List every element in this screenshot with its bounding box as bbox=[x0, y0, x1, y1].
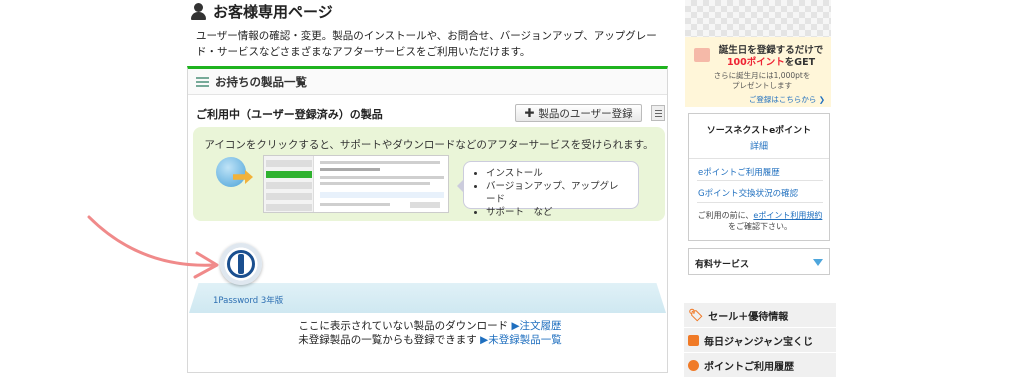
point-icon bbox=[688, 359, 699, 371]
paid-services-label: 有料サービス bbox=[695, 260, 750, 270]
info-text: アイコンをクリックすると、サポートやダウンロードなどのアフターサービスを受けられ… bbox=[204, 139, 654, 151]
user-icon bbox=[190, 3, 207, 20]
epoint-detail-link[interactable]: 詳細 bbox=[689, 139, 829, 152]
info-box: アイコンをクリックすると、サポートやダウンロードなどのアフターサービスを受けられ… bbox=[193, 127, 665, 221]
nav-lottery[interactable]: 毎日ジャンジャン宝くじ bbox=[684, 328, 836, 353]
plus-icon: ✚ bbox=[524, 106, 535, 120]
bday-register-link[interactable]: ご登録はこちらから ❯ bbox=[749, 94, 825, 105]
mypage-screenshot-image bbox=[263, 155, 449, 213]
epoint-note: ご利用の前に、eポイント利用規約 をご確認下さい。 bbox=[697, 211, 823, 231]
bday-sub: さらに誕生月には1,000ptを プレゼントします bbox=[713, 71, 811, 90]
gift-icon bbox=[694, 48, 710, 62]
birthday-banner[interactable]: 誕生日を登録するだけで 100ポイントをGET さらに誕生月には1,000ptを… bbox=[685, 37, 831, 107]
page-title-text: お客様専用ページ bbox=[213, 3, 333, 21]
chevron-down-icon bbox=[813, 259, 823, 271]
bubble-item: バージョンアップ、アップグレード bbox=[486, 180, 628, 206]
epoint-box: ソースネクストeポイント 詳細 eポイントご利用履歴 Gポイント交換状況の確認 … bbox=[688, 113, 830, 241]
registered-products-title: ご利用中（ユーザー登録済み）の製品 bbox=[196, 108, 383, 121]
download-info: ここに表示されていない製品のダウンロード ▶注文履歴 未登録製品の一覧からも登録… bbox=[196, 319, 664, 347]
bday-headline: 誕生日を登録するだけで 100ポイントをGET bbox=[718, 45, 824, 68]
lottery-icon bbox=[688, 334, 699, 346]
paid-services-dropdown[interactable]: 有料サービス bbox=[688, 248, 830, 275]
list-view-toggle[interactable] bbox=[651, 105, 665, 121]
nav-sale[interactable]: 🏷 セール＋優待情報 bbox=[684, 303, 836, 328]
download-line: ここに表示されていない製品のダウンロード bbox=[298, 320, 509, 332]
pink-arrow-annotation bbox=[87, 215, 219, 279]
register-product-label: 製品のユーザー登録 bbox=[538, 107, 633, 120]
panel-header: お持ちの製品一覧 bbox=[188, 69, 667, 95]
panel-title: お持ちの製品一覧 bbox=[215, 74, 307, 89]
services-bubble: インストール バージョンアップ、アップグレード サポート など bbox=[457, 161, 639, 218]
gpoint-status-link[interactable]: Gポイント交換状況の確認 bbox=[698, 187, 798, 199]
unregistered-products-link[interactable]: ▶未登録製品一覧 bbox=[480, 334, 562, 346]
epoint-title: ソースネクストeポイント bbox=[706, 126, 812, 136]
bubble-item: サポート など bbox=[486, 206, 628, 219]
order-history-link[interactable]: ▶注文履歴 bbox=[511, 320, 561, 332]
bubble-item: インストール bbox=[486, 167, 628, 180]
epoint-terms-link[interactable]: eポイント利用規約 bbox=[753, 211, 822, 220]
globe-icon bbox=[216, 157, 246, 187]
unregistered-line: 未登録製品の一覧からも登録できます bbox=[298, 334, 477, 346]
product-label[interactable]: 1Password 3年版 bbox=[213, 294, 283, 306]
epoint-history-link[interactable]: eポイントご利用履歴 bbox=[698, 166, 780, 178]
nav-point-history[interactable]: ポイントご利用履歴 bbox=[684, 353, 836, 378]
register-product-button[interactable]: ✚ 製品のユーザー登録 bbox=[515, 104, 642, 122]
page-intro: ユーザー情報の確認・変更。製品のインストールや、お問合せ、バージョンアップ、アッ… bbox=[196, 30, 657, 58]
page-title: お客様専用ページ bbox=[190, 1, 333, 22]
banner-placeholder bbox=[685, 0, 831, 37]
tag-icon: 🏷 bbox=[688, 308, 704, 322]
list-icon bbox=[196, 76, 209, 87]
